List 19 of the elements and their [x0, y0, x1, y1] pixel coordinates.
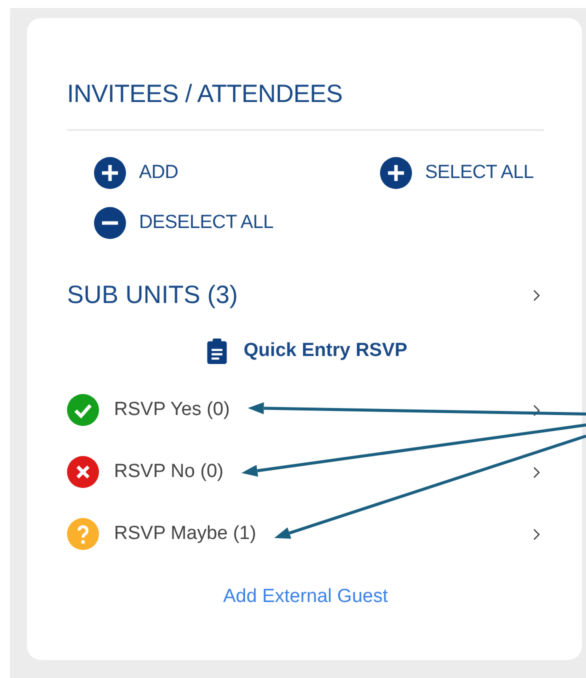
- check-circle-icon: [67, 394, 99, 426]
- plus-circle-icon: [94, 157, 126, 189]
- rsvp-row[interactable]: RSVP No (0): [67, 456, 544, 488]
- rsvp-row[interactable]: RSVP Yes (0): [67, 394, 544, 426]
- cross-circle-icon: [67, 456, 99, 488]
- quick-entry-button[interactable]: Quick Entry RSVP: [204, 336, 408, 366]
- panel-title: INVITEES / ATTENDEES: [67, 80, 344, 109]
- question-circle-icon: [67, 518, 99, 550]
- add-button[interactable]: ADD: [94, 157, 178, 189]
- rsvp-row[interactable]: RSVP Maybe (1): [67, 518, 544, 550]
- add-guest-link[interactable]: Add External Guest: [223, 586, 388, 608]
- rsvp-label: RSVP Yes (0): [114, 399, 230, 421]
- plus-circle-icon: [380, 157, 412, 189]
- minus-circle-icon: [94, 207, 126, 239]
- add-button[interactable]: SELECT ALL: [380, 157, 534, 189]
- rsvp-label: RSVP No (0): [114, 461, 224, 483]
- rsvp-label: RSVP Maybe (1): [114, 523, 256, 545]
- deselect-button[interactable]: DESELECT ALL: [94, 207, 274, 239]
- section-heading: SUB UNITS (3): [67, 281, 238, 310]
